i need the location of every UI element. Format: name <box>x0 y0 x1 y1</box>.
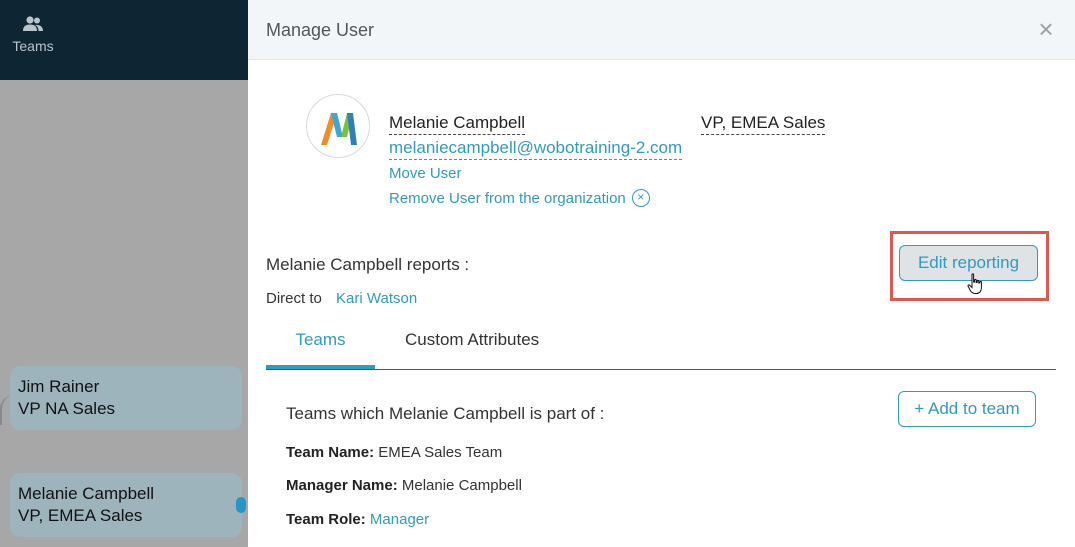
org-node-name: Jim Rainer <box>18 377 100 396</box>
manager-name-row: Manager Name: Melanie Campbell <box>286 477 522 494</box>
direct-to-label: Direct to <box>266 290 322 307</box>
manage-user-modal: Manage User × Melanie Campbell VP, EMEA … <box>248 0 1075 547</box>
team-role-row: Team Role: Manager <box>286 511 429 528</box>
direct-to-row: Direct to Kari Watson <box>266 290 417 307</box>
org-node-title: VP, EMEA Sales <box>18 506 143 525</box>
left-nav: Teams <box>0 0 248 80</box>
add-to-team-button[interactable]: + Add to team <box>898 391 1036 427</box>
reports-label: Melanie Campbell reports : <box>266 255 470 274</box>
team-role-label: Team Role: <box>286 511 366 528</box>
user-job-title[interactable]: VP, EMEA Sales <box>701 113 826 135</box>
org-node-title: VP NA Sales <box>18 399 116 418</box>
nav-item-teams[interactable]: Teams <box>0 16 66 56</box>
avatar <box>306 94 370 158</box>
company-logo-icon <box>321 113 357 145</box>
manager-name-value: Melanie Campbell <box>401 477 522 494</box>
hand-cursor-icon <box>967 273 982 294</box>
teams-icon <box>23 16 43 31</box>
modal-title: Manage User <box>266 20 375 40</box>
move-user-link[interactable]: Move User <box>389 165 462 182</box>
tab-teams[interactable]: Teams <box>266 330 375 369</box>
team-role-link[interactable]: Manager <box>370 511 429 528</box>
org-node-jim-rainer[interactable]: Jim Rainer VP NA Sales <box>10 366 242 430</box>
team-name-row: Team Name: EMEA Sales Team <box>286 444 502 461</box>
modal-header: Manage User × <box>248 0 1075 60</box>
remove-user-label: Remove User from the organization <box>389 189 626 207</box>
direct-manager-link[interactable]: Kari Watson <box>336 290 417 307</box>
org-node-melanie-campbell[interactable]: Melanie Campbell VP, EMEA Sales <box>10 473 246 537</box>
user-name[interactable]: Melanie Campbell <box>389 113 526 135</box>
node-expand-handle[interactable] <box>236 497 246 513</box>
remove-circle-icon: × <box>631 189 650 207</box>
team-name-label: Team Name: <box>286 444 375 461</box>
remove-user-link[interactable]: Remove User from the organization × <box>389 189 650 207</box>
tab-custom-attributes[interactable]: Custom Attributes <box>405 330 539 350</box>
org-node-name: Melanie Campbell <box>18 484 155 503</box>
nav-teams-label: Teams <box>12 38 54 54</box>
user-tabs: Teams Custom Attributes <box>266 322 1056 370</box>
team-name-value: EMEA Sales Team <box>378 444 503 461</box>
manager-name-label: Manager Name: <box>286 477 398 494</box>
close-icon[interactable]: × <box>1033 16 1059 42</box>
teams-section-label: Teams which Melanie Campbell is part of … <box>286 404 605 423</box>
user-email[interactable]: melaniecampbell@wobotraining-2.com <box>389 138 683 160</box>
